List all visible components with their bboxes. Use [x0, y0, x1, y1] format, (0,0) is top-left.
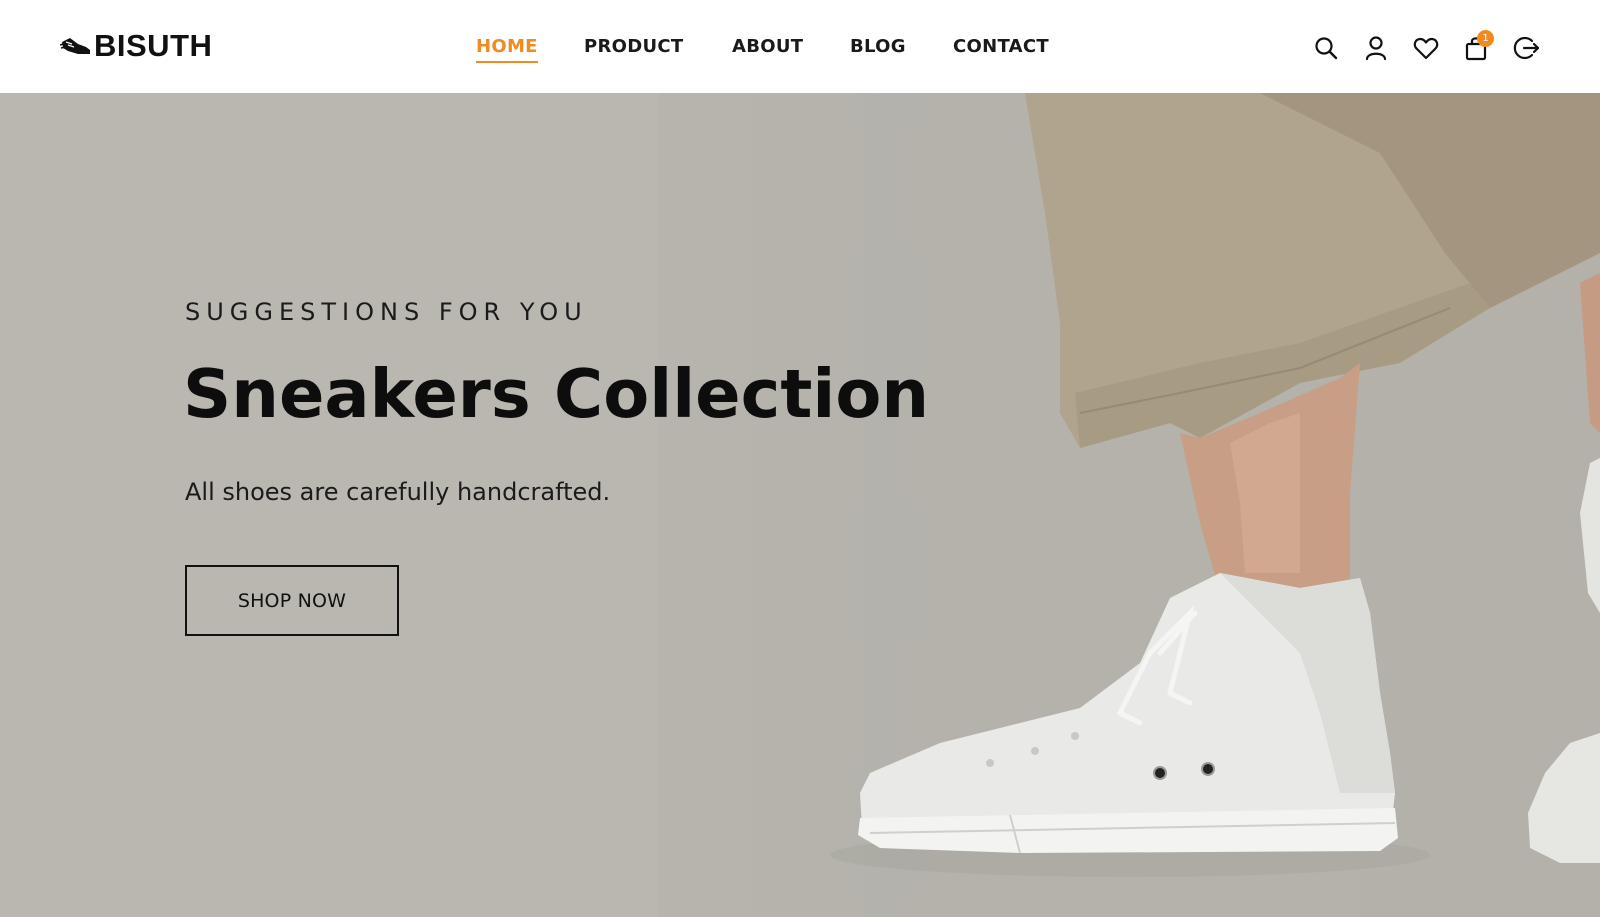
- user-icon[interactable]: [1362, 34, 1390, 62]
- cart-count-badge: 1: [1477, 30, 1494, 47]
- heart-icon[interactable]: [1412, 34, 1440, 62]
- hero-banner: SUGGESTIONS FOR YOU Sneakers Collection …: [0, 93, 1600, 917]
- site-header: BISUTH HOME PRODUCT ABOUT BLOG CONTACT 1: [0, 0, 1600, 93]
- logout-icon[interactable]: [1512, 34, 1540, 62]
- shopping-bag-icon[interactable]: 1: [1462, 30, 1494, 62]
- hero-subtitle: All shoes are carefully handcrafted.: [185, 478, 611, 506]
- nav-blog[interactable]: BLOG: [850, 36, 906, 57]
- shop-now-button[interactable]: SHOP NOW: [185, 565, 399, 636]
- nav-contact[interactable]: CONTACT: [953, 36, 1049, 57]
- nav-product[interactable]: PRODUCT: [584, 36, 684, 57]
- sneaker-icon: [59, 33, 92, 59]
- nav-about[interactable]: ABOUT: [732, 36, 803, 57]
- hero-title: Sneakers Collection: [183, 355, 930, 433]
- hero-eyebrow: SUGGESTIONS FOR YOU: [185, 298, 588, 326]
- brand-logo[interactable]: BISUTH: [59, 28, 213, 64]
- brand-name: BISUTH: [94, 28, 213, 63]
- nav-home[interactable]: HOME: [476, 36, 538, 63]
- search-icon[interactable]: [1312, 34, 1340, 62]
